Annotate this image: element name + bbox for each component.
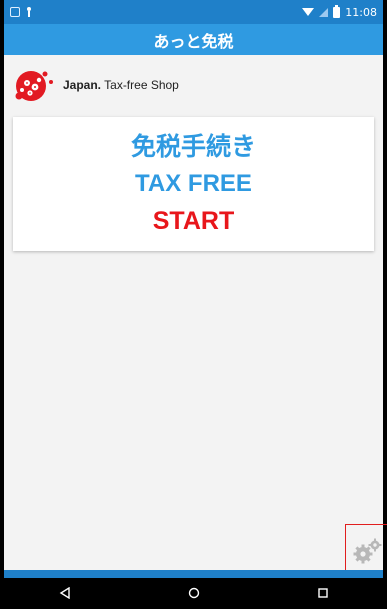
nav-home-button[interactable] [174,582,214,606]
location-icon [26,7,32,17]
battery-icon [333,4,341,18]
nav-back-button[interactable] [45,582,85,606]
tax-free-start-button[interactable]: 免税手続き TAX FREE START [13,117,374,251]
start-card-title-en: TAX FREE [135,170,252,197]
status-time: 11:08 [345,5,377,19]
status-bar: 11:08 [4,0,383,24]
system-nav-bar [0,578,387,609]
screen: 11:08 あっと免税 Japan. Tax-free Shop 免税手続き T… [4,0,387,609]
gears-icon [352,538,382,568]
device-frame: 11:08 あっと免税 Japan. Tax-free Shop 免税手続き T… [0,0,387,609]
wifi-icon [302,8,315,16]
status-left-icons [10,7,32,17]
start-card-title-jp: 免税手続き [130,132,256,161]
brand-row: Japan. Tax-free Shop [13,66,179,104]
bottom-accent-bar [4,570,383,578]
nav-recent-button[interactable] [303,582,343,606]
brand-text: Japan. Tax-free Shop [63,78,179,92]
app-bar: あっと免税 [4,24,383,55]
notification-icon [10,7,20,17]
status-right-icons: 11:08 [302,4,377,19]
app-title: あっと免税 [153,31,234,51]
recent-square-icon [317,584,329,603]
japan-cherry-blossom-logo [13,66,57,104]
start-card-start-label: START [152,207,235,235]
back-triangle-icon [59,584,71,603]
home-circle-icon [188,584,200,603]
brand-bold-text: Japan. [63,78,102,92]
brand-tagline: Tax-free Shop [104,78,179,92]
signal-icon [319,7,329,17]
